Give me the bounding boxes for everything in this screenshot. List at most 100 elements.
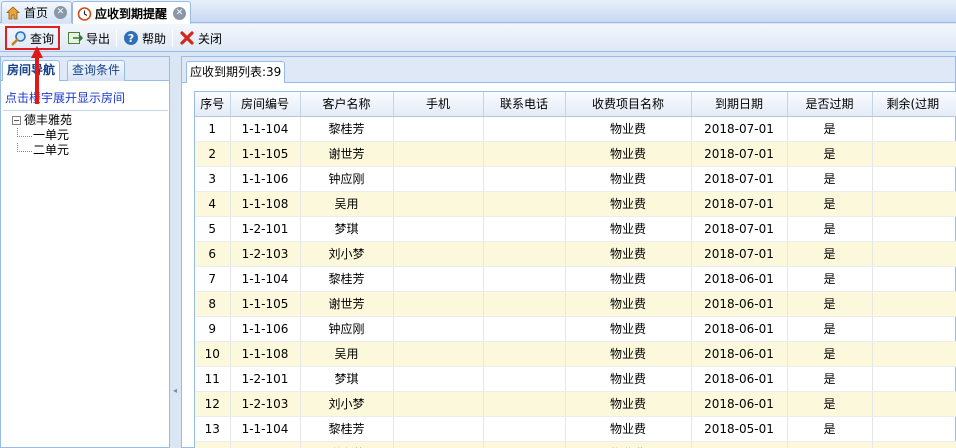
tree-node-root[interactable]: − 德丰雅苑 — [3, 113, 168, 128]
column-header-mobile[interactable]: 手机 — [393, 92, 484, 117]
home-icon — [5, 5, 21, 21]
export-button[interactable]: 导出 — [63, 27, 114, 49]
tree-node-unit-2[interactable]: 二单元 — [3, 143, 168, 158]
cell-customer: 谢世芳 — [300, 441, 394, 448]
column-header-fee-item[interactable]: 收费项目名称 — [565, 92, 692, 117]
tab-query-conditions[interactable]: 查询条件 — [67, 60, 126, 81]
column-header-remaining[interactable]: 剩余(过期 — [872, 92, 956, 117]
table-row[interactable]: 谢世芳 物业费 — [195, 441, 956, 448]
table-row[interactable]: 41-1-108吴用 物业费2018-07-01是0030 — [195, 191, 956, 217]
cell-fee-item: 物业费 — [565, 416, 692, 442]
cell-overdue: 是 — [787, 391, 873, 417]
cell-fee-item: 物业费 — [565, 441, 692, 448]
column-header-customer[interactable]: 客户名称 — [300, 92, 394, 117]
tree-node-unit-1[interactable]: 一单元 — [3, 128, 168, 143]
cell-mobile — [393, 291, 484, 317]
cell-fee-item: 物业费 — [565, 241, 692, 267]
column-header-room-no[interactable]: 房间编号 — [230, 92, 301, 117]
cell-room-no: 1-2-101 — [230, 366, 301, 392]
cell-due-date: 2018-07-01 — [691, 116, 788, 142]
query-button[interactable]: 查询 — [5, 26, 61, 50]
table-row[interactable]: 31-1-106钟应刚 物业费2018-07-01是0030 — [195, 166, 956, 192]
cell-remaining: 0060 — [872, 291, 956, 317]
panel-splitter[interactable]: ◂ — [171, 56, 181, 448]
cell-customer: 刘小梦 — [300, 241, 394, 267]
cell-due-date: 2018-07-01 — [691, 141, 788, 167]
cell-overdue — [787, 441, 873, 448]
cell-due-date: 2018-06-01 — [691, 266, 788, 292]
cell-fee-item: 物业费 — [565, 166, 692, 192]
cell-room-no: 1-1-105 — [230, 141, 301, 167]
cell-remaining: 0030 — [872, 141, 956, 167]
cell-remaining: 0060 — [872, 341, 956, 367]
toolbar-separator — [116, 29, 117, 47]
close-x-icon — [179, 30, 195, 46]
close-icon[interactable]: ✕ — [54, 6, 68, 19]
cell-index: 11 — [195, 366, 231, 392]
export-icon — [67, 30, 83, 46]
close-button[interactable]: 关闭 — [175, 27, 226, 49]
table-row[interactable]: 61-2-103刘小梦 物业费2018-07-01是0030 — [195, 241, 956, 267]
table-row[interactable]: 131-1-104黎桂芳 物业费2018-05-01是0091 — [195, 416, 956, 442]
cell-index: 10 — [195, 341, 231, 367]
cell-mobile — [393, 416, 484, 442]
cell-phone — [483, 341, 566, 367]
column-header-due-date[interactable]: 到期日期 — [691, 92, 788, 117]
cell-fee-item: 物业费 — [565, 341, 692, 367]
cell-phone — [483, 116, 566, 142]
table-row[interactable]: 51-2-101梦琪 物业费2018-07-01是0030 — [195, 216, 956, 242]
cell-remaining: 0030 — [872, 241, 956, 267]
table-row[interactable]: 121-2-103刘小梦 物业费2018-06-01是0060 — [195, 391, 956, 417]
table-row[interactable]: 11-1-104黎桂芳 物业费2018-07-01是0030 — [195, 116, 956, 142]
cell-customer: 钟应刚 — [300, 316, 394, 342]
table-row[interactable]: 21-1-105谢世芳 物业费2018-07-01是0030 — [195, 141, 956, 167]
column-header-index[interactable]: 序号 — [195, 92, 231, 117]
cell-phone — [483, 391, 566, 417]
table-row[interactable]: 101-1-108吴用 物业费2018-06-01是0060 — [195, 341, 956, 367]
cell-due-date: 2018-06-01 — [691, 391, 788, 417]
tab-home[interactable]: 首页 ✕ — [1, 1, 73, 23]
help-button[interactable]: ? 帮助 — [119, 27, 170, 49]
cell-customer: 黎桂芳 — [300, 116, 394, 142]
table-row[interactable]: 91-1-106钟应刚 物业费2018-06-01是0060 — [195, 316, 956, 342]
column-header-overdue[interactable]: 是否过期 — [787, 92, 873, 117]
cell-fee-item: 物业费 — [565, 266, 692, 292]
close-icon[interactable]: ✕ — [173, 6, 187, 20]
cell-mobile — [393, 441, 484, 448]
cell-room-no: 1-2-103 — [230, 391, 301, 417]
cell-index: 2 — [195, 141, 231, 167]
svg-text:?: ? — [128, 32, 134, 45]
cell-room-no: 1-1-108 — [230, 341, 301, 367]
cell-overdue: 是 — [787, 191, 873, 217]
cell-index: 12 — [195, 391, 231, 417]
cell-phone — [483, 316, 566, 342]
room-navigation-panel: 房间导航 查询条件 点击楼宇展开显示房间 − 德丰雅苑 一单元 二单元 — [0, 56, 170, 448]
table-row[interactable]: 111-2-101梦琪 物业费2018-06-01是0060 — [195, 366, 956, 392]
tree-node-label: 二单元 — [33, 143, 70, 157]
query-button-label: 查询 — [30, 31, 55, 46]
cell-overdue: 是 — [787, 166, 873, 192]
tab-receivable-list[interactable]: 应收到期列表:39 — [186, 61, 286, 83]
cell-overdue: 是 — [787, 216, 873, 242]
cell-mobile — [393, 241, 484, 267]
cell-phone — [483, 441, 566, 448]
cell-customer: 谢世芳 — [300, 291, 394, 317]
cell-remaining: 0030 — [872, 216, 956, 242]
cell-room-no: 1-1-104 — [230, 266, 301, 292]
cell-mobile — [393, 341, 484, 367]
cell-customer: 吴用 — [300, 341, 394, 367]
collapse-arrow-icon[interactable]: ◂ — [173, 386, 177, 395]
table-row[interactable]: 71-1-104黎桂芳 物业费2018-06-01是0060 — [195, 266, 956, 292]
cell-phone — [483, 291, 566, 317]
toolbar-separator — [172, 29, 173, 47]
table-row[interactable]: 81-1-105谢世芳 物业费2018-06-01是0060 — [195, 291, 956, 317]
cell-fee-item: 物业费 — [565, 116, 692, 142]
tab-receivable-reminder[interactable]: 应收到期提醒 ✕ — [72, 1, 192, 24]
cell-customer: 谢世芳 — [300, 141, 394, 167]
column-header-phone[interactable]: 联系电话 — [483, 92, 566, 117]
tab-room-navigation[interactable]: 房间导航 — [2, 60, 61, 81]
collapse-icon[interactable]: − — [12, 116, 21, 125]
cell-remaining: 0030 — [872, 116, 956, 142]
cell-room-no: 1-1-104 — [230, 416, 301, 442]
cell-overdue: 是 — [787, 116, 873, 142]
